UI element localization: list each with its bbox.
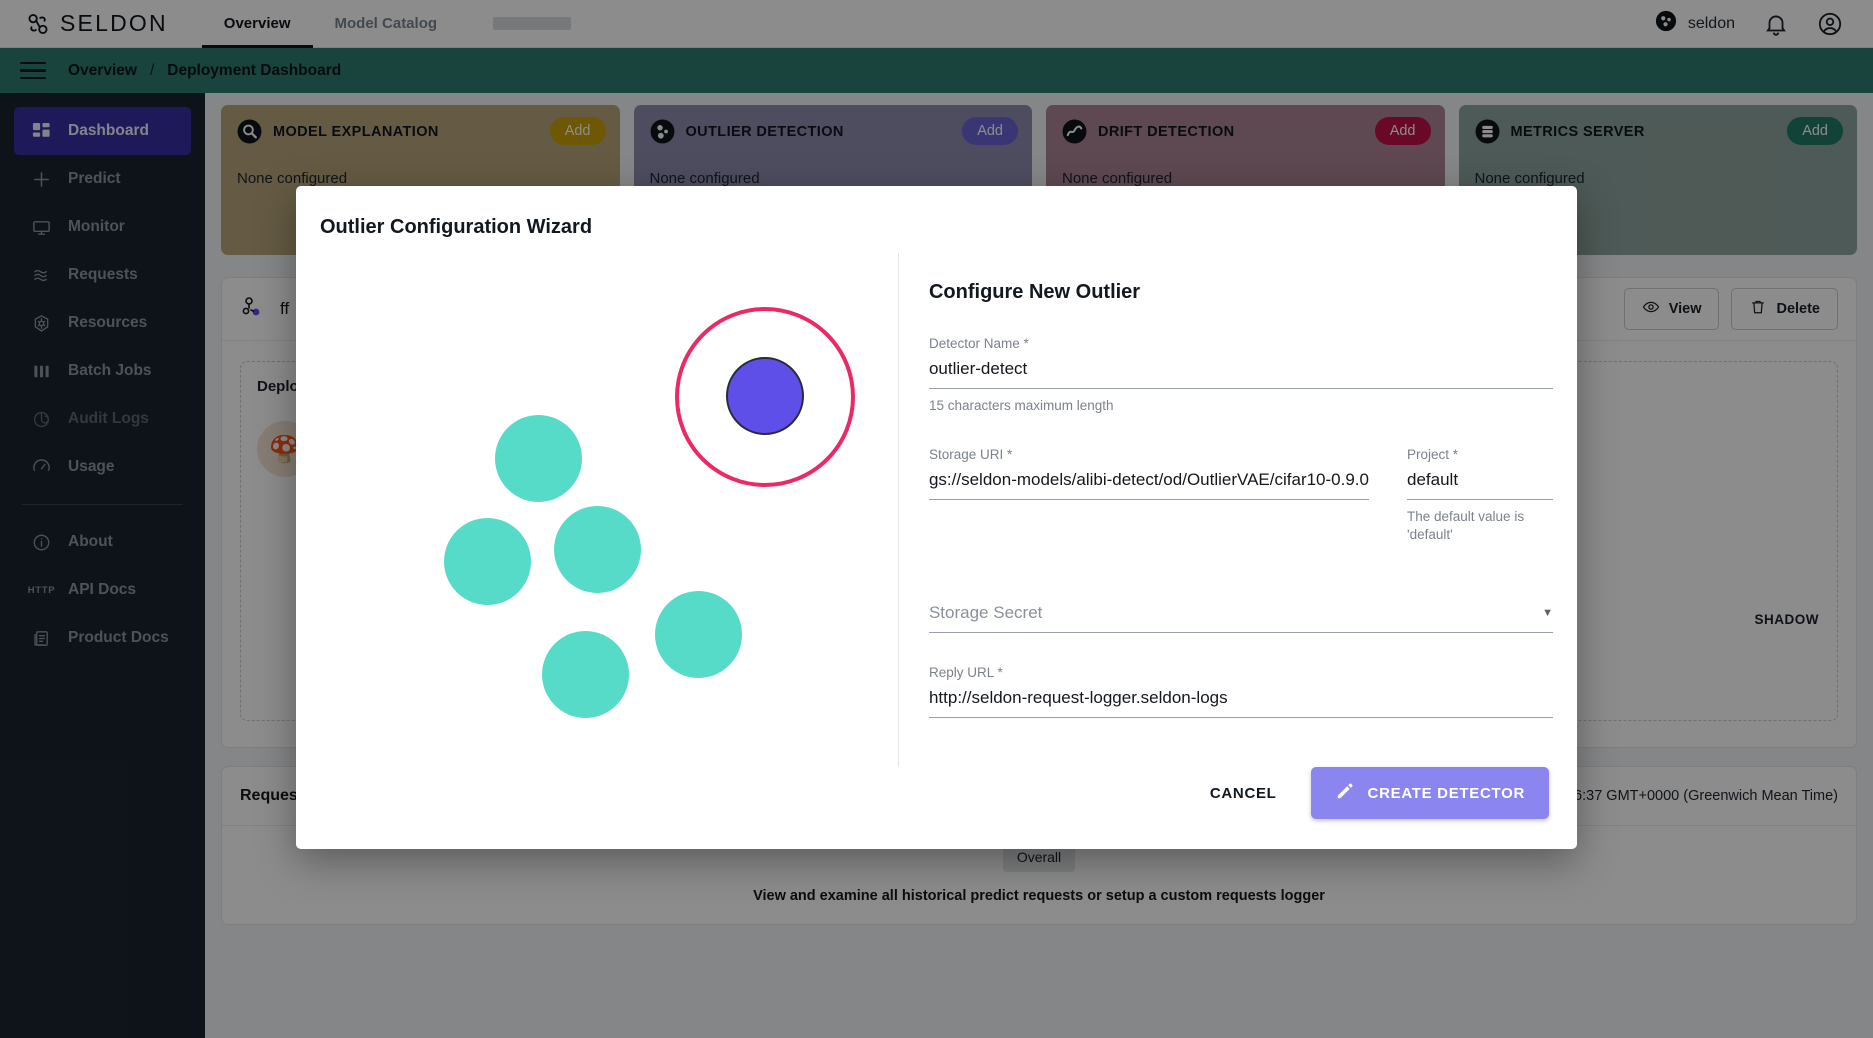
detector-name-label: Detector Name * xyxy=(929,336,1553,351)
storage-secret-field: Storage Secret ▼ xyxy=(928,595,1553,633)
detector-name-input[interactable]: outlier-detect xyxy=(928,351,1553,389)
label-text: Storage URI xyxy=(928,447,1004,463)
cancel-button[interactable]: CANCEL xyxy=(1198,775,1289,812)
storage-uri-input[interactable]: gs://seldon-models/alibi-detect/od/Outli… xyxy=(928,462,1369,501)
create-detector-label: CREATE DETECTOR xyxy=(1367,784,1525,802)
reply-url-label: Reply URL * xyxy=(929,665,1553,680)
reply-url-input[interactable]: http://seldon-request-logger.seldon-logs xyxy=(928,680,1553,718)
outlier-config-form: Configure New Outlier Detector Name * ou… xyxy=(899,253,1553,767)
dialog-title: Outlier Configuration Wizard xyxy=(320,216,593,238)
illustration-inlier-point xyxy=(444,518,531,605)
storage-uri-field: Storage URI * gs://seldon-models/alibi-d… xyxy=(928,447,1369,544)
illustration-inlier-point xyxy=(554,506,641,593)
label-text: Project xyxy=(1407,447,1450,463)
required-mark: * xyxy=(1007,447,1013,463)
required-mark: * xyxy=(997,664,1003,680)
illustration-inlier-point xyxy=(542,631,629,718)
storage-secret-placeholder: Storage Secret xyxy=(928,602,1043,622)
label-text: Detector Name xyxy=(928,336,1020,351)
outlier-configuration-wizard-dialog: Outlier Configuration Wizard Configure N… xyxy=(296,186,1577,849)
illustration-inlier-point xyxy=(655,591,742,678)
form-title: Configure New Outlier xyxy=(928,281,1141,303)
uri-project-row: Storage URI * gs://seldon-models/alibi-d… xyxy=(928,447,1553,544)
label-text: Reply URL xyxy=(928,664,994,680)
dialog-actions: CANCEL CREATE DETECTOR xyxy=(296,767,1577,849)
chevron-down-icon: ▼ xyxy=(1542,606,1553,619)
project-field: Project * default The default value is '… xyxy=(1407,447,1553,544)
required-mark: * xyxy=(1023,336,1029,351)
detector-name-field: Detector Name * outlier-detect 15 charac… xyxy=(928,336,1553,415)
storage-uri-label: Storage URI * xyxy=(929,447,1369,462)
illustration-inlier-point xyxy=(495,415,582,502)
pencil-icon xyxy=(1335,781,1355,805)
storage-secret-select[interactable]: Storage Secret ▼ xyxy=(928,595,1553,633)
required-mark: * xyxy=(1452,447,1459,463)
reply-url-field: Reply URL * http://seldon-request-logger… xyxy=(928,665,1553,718)
create-detector-button[interactable]: CREATE DETECTOR xyxy=(1310,767,1549,819)
project-label: Project * xyxy=(1407,447,1553,462)
project-hint: The default value is 'default' xyxy=(1407,509,1525,543)
project-input[interactable]: default xyxy=(1407,462,1553,501)
illustration-core-point xyxy=(726,357,804,435)
detector-name-hint: 15 characters maximum length xyxy=(928,398,1114,413)
outlier-illustration xyxy=(320,253,899,767)
